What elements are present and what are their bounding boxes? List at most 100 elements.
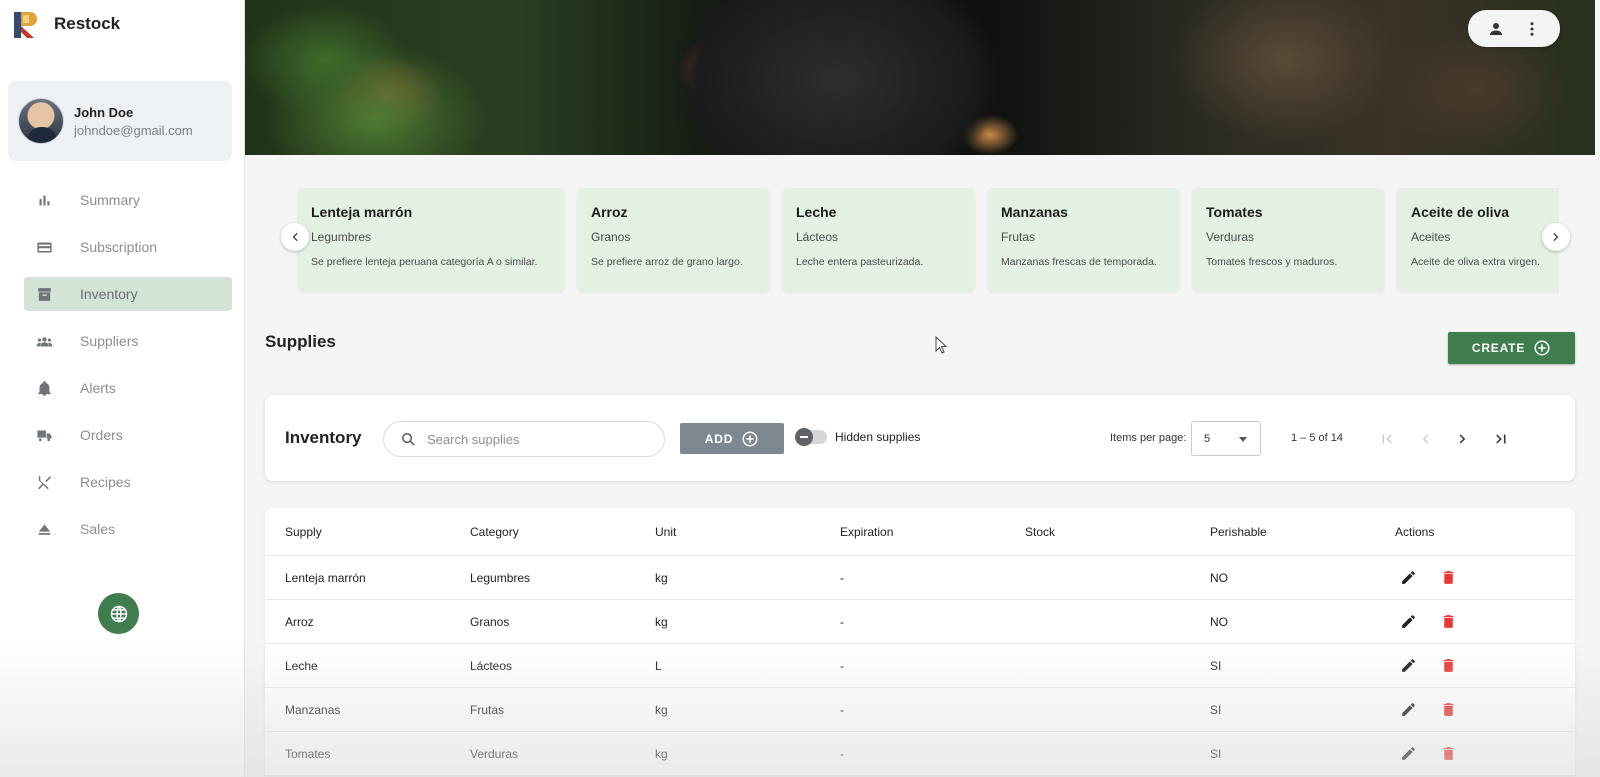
delete-button[interactable] [1435, 697, 1461, 723]
add-button[interactable]: ADD [680, 423, 784, 454]
cell-actions [1375, 741, 1575, 767]
delete-button[interactable] [1435, 609, 1461, 635]
search-field[interactable] [383, 421, 665, 457]
brand[interactable]: Restock [12, 8, 120, 40]
group-icon [24, 333, 64, 350]
more-menu-button[interactable] [1523, 20, 1541, 38]
card-title: Arroz [591, 204, 628, 220]
first-page-button[interactable] [1370, 422, 1404, 456]
search-input[interactable] [427, 431, 647, 447]
cell-category: Lácteos [470, 658, 513, 673]
column-header: Stock [1025, 524, 1056, 539]
sidebar-item-sales[interactable]: Sales [24, 512, 232, 546]
carousel-track: Lenteja marrón Legumbres Se prefiere len… [297, 188, 1559, 295]
edit-button[interactable] [1395, 565, 1421, 591]
delete-button[interactable] [1435, 741, 1461, 767]
cell-category: Frutas [470, 702, 505, 717]
edit-button[interactable] [1395, 609, 1421, 635]
create-button[interactable]: CREATE [1448, 332, 1575, 364]
edit-button[interactable] [1395, 741, 1421, 767]
chevron-left-icon [292, 232, 298, 242]
card-category: Lácteos [796, 230, 839, 244]
supply-card[interactable]: Arroz Granos Se prefiere arroz de grano … [577, 188, 770, 292]
card-description: Aceite de oliva extra virgen. [1411, 256, 1540, 268]
table-header: Supply Category Unit Expiration Stock Pe… [265, 508, 1575, 556]
supply-carousel: Lenteja marrón Legumbres Se prefiere len… [265, 185, 1580, 295]
last-page-button[interactable] [1484, 422, 1518, 456]
sidebar-item-suppliers[interactable]: Suppliers [24, 324, 232, 358]
table-row: Arroz Granos kg - NO [265, 600, 1575, 644]
account-button[interactable] [1487, 20, 1505, 38]
trash-icon [1443, 659, 1453, 672]
sidebar-item-orders[interactable]: Orders [24, 418, 232, 452]
edit-button[interactable] [1395, 697, 1421, 723]
supply-card[interactable]: Manzanas Frutas Manzanas frescas de temp… [987, 188, 1180, 292]
edit-button[interactable] [1395, 653, 1421, 679]
supply-card[interactable]: Lenteja marrón Legumbres Se prefiere len… [297, 188, 565, 292]
sidebar-item-inventory[interactable]: Inventory [24, 277, 232, 311]
chevron-right-icon [1459, 434, 1466, 444]
sidebar-item-label: Summary [80, 192, 140, 208]
caret-down-icon [1239, 436, 1247, 442]
sidebar-item-recipes[interactable]: Recipes [24, 465, 232, 499]
delete-button[interactable] [1435, 653, 1461, 679]
toggle-track[interactable] [795, 428, 827, 446]
table-row: Leche Lácteos L - SI [265, 644, 1575, 688]
supply-card[interactable]: Leche Lácteos Leche entera pasteurizada. [782, 188, 975, 292]
cell-expiration: - [840, 746, 844, 761]
sidebar-item-alerts[interactable]: Alerts [24, 371, 232, 405]
bar-chart-icon [24, 192, 64, 209]
hidden-supplies-toggle[interactable]: Hidden supplies [795, 428, 920, 446]
sidebar-item-label: Alerts [80, 380, 116, 396]
page-range: 1 – 5 of 14 [1291, 432, 1343, 444]
trash-icon [1443, 615, 1453, 628]
cell-actions [1375, 609, 1575, 635]
pencil-icon [1401, 615, 1415, 628]
inventory-toolbar: Inventory ADD Hidden supplies Items per … [265, 395, 1575, 481]
items-per-page-select[interactable]: 5 [1191, 421, 1261, 456]
cell-unit: kg [655, 614, 668, 629]
carousel-next-button[interactable] [1542, 223, 1570, 251]
language-button[interactable] [98, 593, 139, 634]
prev-page-button[interactable] [1408, 422, 1442, 456]
cell-expiration: - [840, 614, 844, 629]
globe-icon [110, 605, 127, 622]
cell-expiration: - [840, 702, 844, 717]
avatar [18, 98, 64, 144]
card-title: Manzanas [1001, 204, 1068, 220]
cell-unit: kg [655, 570, 668, 585]
supplies-table: Supply Category Unit Expiration Stock Pe… [265, 508, 1575, 776]
next-page-button[interactable] [1446, 422, 1480, 456]
pencil-icon [1401, 747, 1415, 760]
table-row: Manzanas Frutas kg - SI [265, 688, 1575, 732]
delete-button[interactable] [1435, 565, 1461, 591]
supply-card[interactable]: Aceite de oliva Aceites Aceite de oliva … [1397, 188, 1559, 292]
add-circle-icon [1534, 340, 1550, 356]
last-page-icon [1496, 434, 1506, 444]
card-title: Tomates [1206, 204, 1263, 220]
sidebar-item-label: Suppliers [80, 333, 139, 349]
carousel-prev-button[interactable] [281, 223, 309, 251]
cell-actions [1375, 653, 1575, 679]
supply-card[interactable]: Tomates Verduras Tomates frescos y madur… [1192, 188, 1385, 292]
paginator [1370, 422, 1518, 456]
column-header: Category [470, 524, 519, 539]
sidebar-item-subscription[interactable]: Subscription [24, 230, 232, 264]
card-description: Manzanas frescas de temporada. [1001, 256, 1157, 268]
pencil-icon [1401, 703, 1415, 716]
cell-supply: Tomates [285, 746, 331, 761]
cell-supply: Manzanas [285, 702, 341, 717]
eject-icon [24, 521, 64, 538]
card-category: Verduras [1206, 230, 1255, 244]
sidebar-item-summary[interactable]: Summary [24, 183, 232, 217]
chevron-right-icon [1553, 232, 1559, 242]
user-card[interactable]: John Doe johndoe@gmail.com [8, 81, 232, 161]
cell-perishable: SI [1210, 746, 1222, 761]
toggle-knob [795, 428, 813, 446]
add-button-label: ADD [704, 431, 734, 446]
column-header: Perishable [1210, 524, 1267, 539]
card-title: Aceite de oliva [1411, 204, 1510, 220]
sidebar: Restock John Doe johndoe@gmail.com Summa… [0, 0, 245, 777]
table-row: Tomates Verduras kg - SI [265, 732, 1575, 776]
card-description: Se prefiere lenteja peruana categoría A … [311, 256, 538, 268]
